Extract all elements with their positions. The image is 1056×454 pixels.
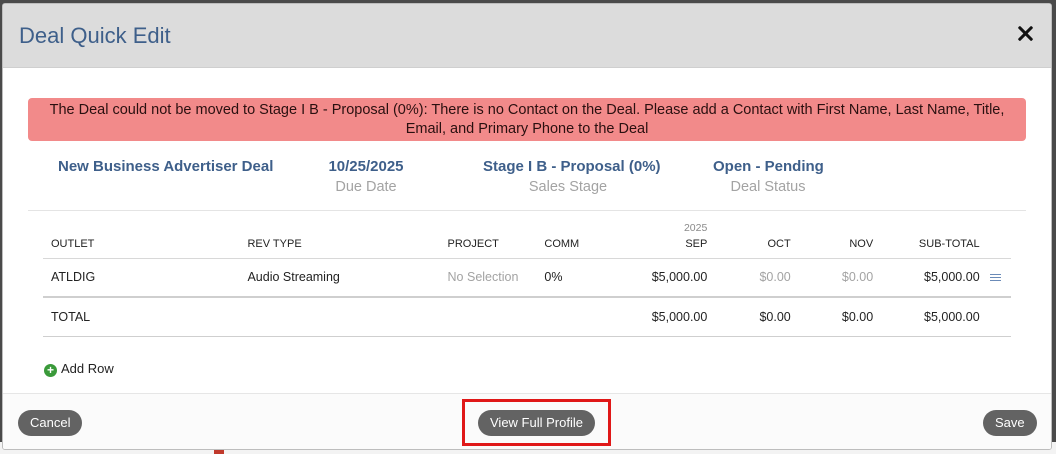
cell-oct[interactable]: $0.00	[707, 258, 791, 298]
modal-footer: Cancel View Full Profile Save	[3, 393, 1051, 449]
cell-subtotal: $5,000.00	[873, 258, 980, 298]
col-header-sep: 2025 SEP	[602, 216, 708, 259]
add-row-button[interactable]: + Add Row	[44, 361, 114, 377]
close-icon[interactable]	[1013, 22, 1037, 46]
year-label: 2025	[683, 221, 708, 234]
col-header-subtotal: SUB-TOTAL	[873, 216, 980, 259]
total-oct: $0.00	[707, 297, 791, 337]
due-date-block: 10/25/2025 Due Date	[321, 158, 411, 195]
deal-summary: New Business Advertiser Deal 10/25/2025 …	[3, 158, 1051, 204]
divider	[28, 210, 1026, 211]
deal-name-block: New Business Advertiser Deal	[58, 158, 273, 175]
cancel-button[interactable]: Cancel	[18, 410, 83, 436]
deal-status-block: Open - Pending Deal Status	[713, 158, 824, 195]
cell-nov[interactable]: $0.00	[790, 258, 874, 298]
col-header-oct: OCT	[707, 216, 791, 259]
cell-sep[interactable]: $5,000.00	[602, 258, 708, 298]
col-header-actions	[979, 216, 1011, 259]
sales-stage-label: Sales Stage	[528, 179, 608, 195]
plus-circle-icon: +	[44, 364, 57, 377]
total-row: TOTAL $5,000.00 $0.00 $0.00 $5,000.00	[43, 297, 1011, 337]
view-full-profile-button[interactable]: View Full Profile	[478, 410, 595, 436]
deal-quick-edit-modal: Deal Quick Edit The Deal could not be mo…	[2, 3, 1052, 450]
error-banner: The Deal could not be moved to Stage I B…	[28, 98, 1026, 141]
total-nov: $0.00	[790, 297, 874, 337]
table-header-row: OUTLET REV TYPE PROJECT COMM 2025 SEP OCT…	[43, 216, 1011, 259]
add-row-label: Add Row	[61, 361, 114, 376]
month-sep: SEP	[685, 237, 708, 250]
total-subtotal: $5,000.00	[873, 297, 980, 337]
col-header-project: PROJECT	[447, 216, 545, 259]
cell-actions	[979, 258, 1011, 298]
list-icon[interactable]	[989, 273, 1001, 282]
cell-rev-type[interactable]: Audio Streaming	[247, 258, 448, 298]
deal-name: New Business Advertiser Deal	[58, 158, 274, 175]
cell-project[interactable]: No Selection	[447, 258, 545, 298]
deal-status-label: Deal Status	[730, 179, 806, 195]
deal-status-value: Open - Pending	[713, 158, 824, 175]
col-header-outlet: OUTLET	[43, 216, 248, 259]
sales-stage-value: Stage I B - Proposal (0%)	[483, 158, 661, 175]
due-date-value: 10/25/2025	[328, 158, 404, 175]
col-header-nov: NOV	[790, 216, 874, 259]
cell-outlet[interactable]: ATLDIG	[43, 258, 248, 298]
due-date-label: Due Date	[335, 179, 397, 195]
save-button[interactable]: Save	[983, 410, 1037, 436]
revenue-table: OUTLET REV TYPE PROJECT COMM 2025 SEP OCT…	[43, 216, 1011, 337]
col-header-comm: COMM	[544, 216, 603, 259]
col-header-rev-type: REV TYPE	[247, 216, 448, 259]
total-label: TOTAL	[43, 297, 248, 337]
sales-stage-block: Stage I B - Proposal (0%) Sales Stage	[483, 158, 661, 195]
cell-comm[interactable]: 0%	[544, 258, 603, 298]
total-sep: $5,000.00	[602, 297, 708, 337]
table-row[interactable]: ATLDIG Audio Streaming No Selection 0% $…	[43, 258, 1011, 298]
modal-title: Deal Quick Edit	[19, 23, 171, 48]
modal-header: Deal Quick Edit	[3, 4, 1051, 68]
